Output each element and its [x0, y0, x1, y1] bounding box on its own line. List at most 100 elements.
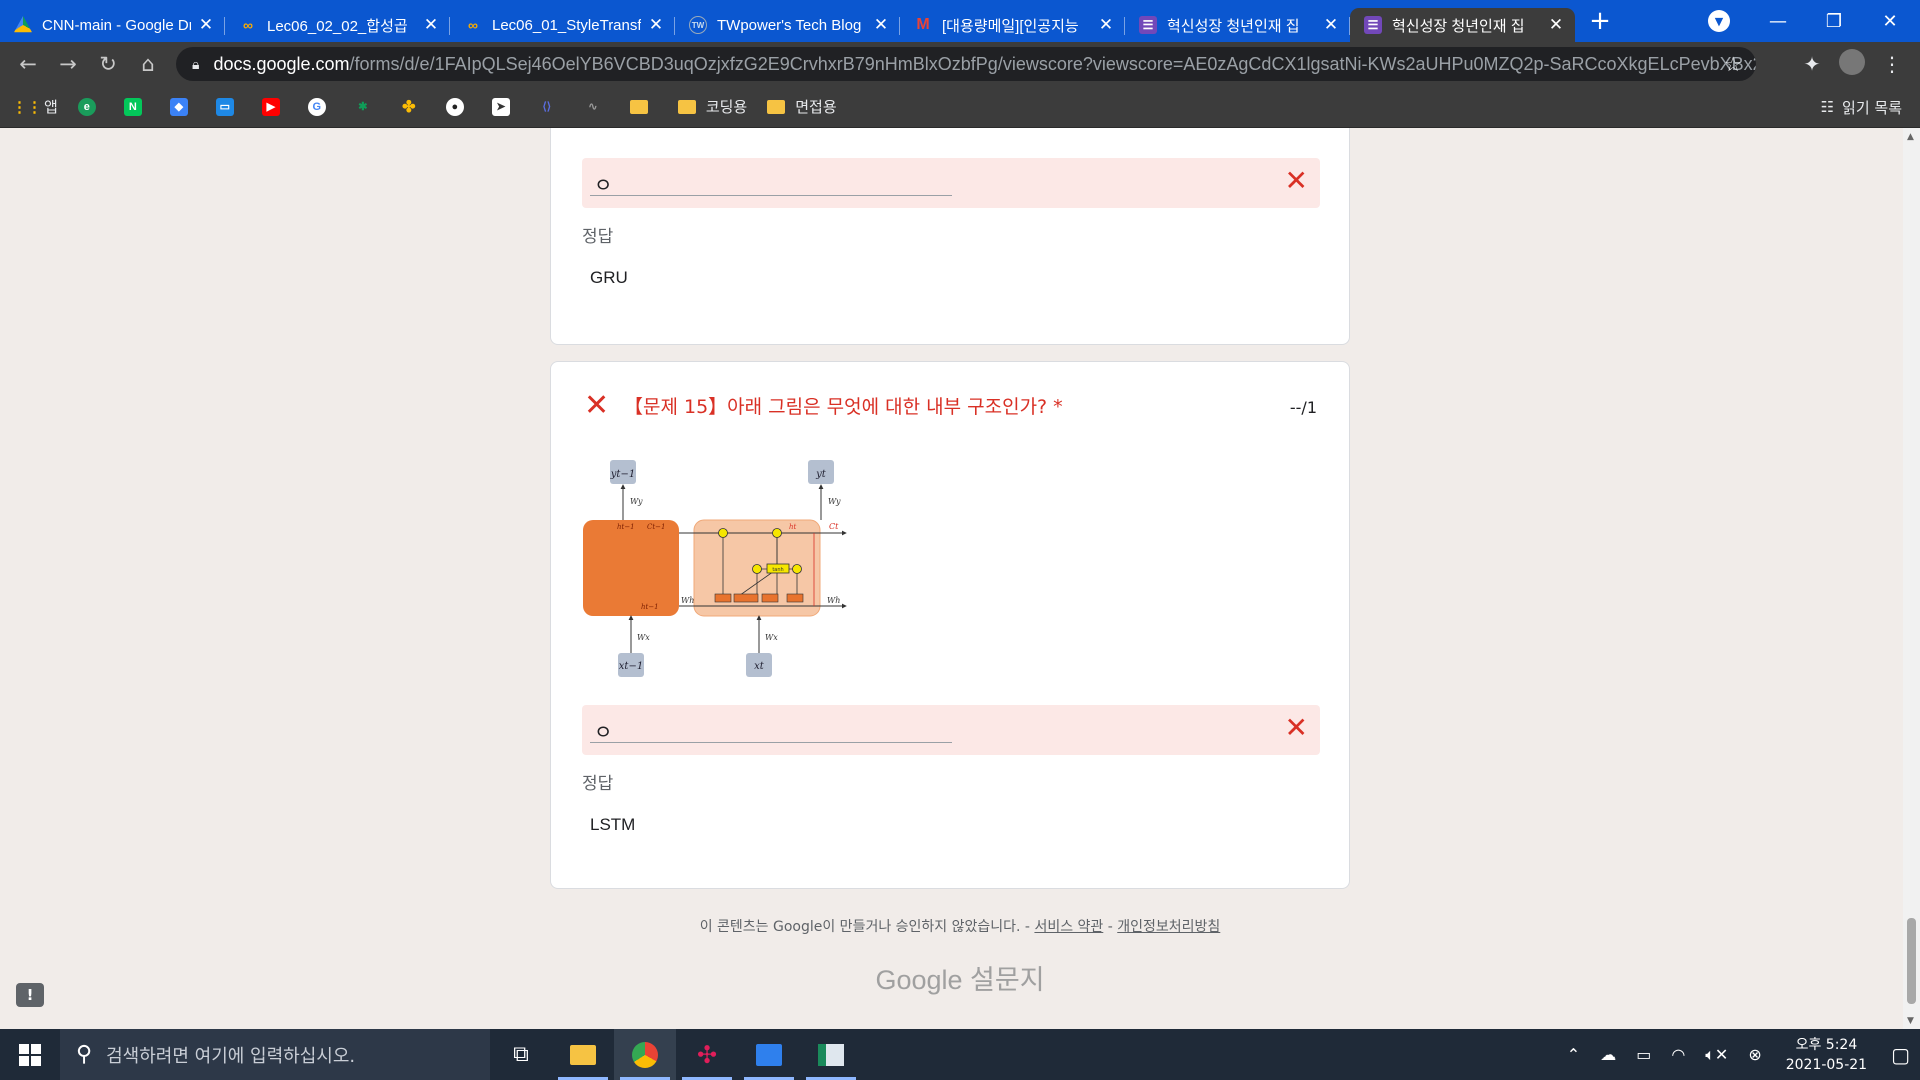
bookmark-photos[interactable]: ✤: [400, 98, 426, 116]
tab-lec06-02[interactable]: ∞ Lec06_02_02_합성곱 ✕: [225, 8, 450, 42]
input-prev-label: xt−1: [619, 661, 643, 672]
volume-muted-icon[interactable]: 🔈︎✕: [1705, 1045, 1728, 1065]
home-icon[interactable]: ⌂: [128, 52, 168, 76]
tab-lec06-01[interactable]: ∞ Lec06_01_StyleTransfer ✕: [450, 8, 675, 42]
bookmark-star-icon[interactable]: ☆: [1724, 52, 1742, 77]
privacy-link[interactable]: 개인정보처리방침: [1117, 919, 1220, 935]
output-prev-label: yt−1: [610, 469, 635, 480]
forms-icon: ☰: [1364, 16, 1382, 34]
restore-icon[interactable]: ❐: [1806, 11, 1862, 32]
back-icon[interactable]: ←: [8, 52, 48, 76]
report-feedback-icon[interactable]: !: [16, 983, 44, 1007]
bookmark-10[interactable]: ➤: [491, 97, 518, 116]
pinwheel-icon: ✤: [402, 98, 416, 116]
bookmark-folder[interactable]: [629, 99, 658, 114]
apps-grid-icon: ⋮⋮: [12, 98, 42, 116]
bookmark-apps[interactable]: ⋮⋮ 앱: [12, 96, 58, 117]
bird-icon: ➤: [491, 97, 510, 116]
bookmark-1[interactable]: e: [77, 97, 104, 116]
page-scrollbar[interactable]: ▲ ▼: [1903, 128, 1920, 1029]
tab-title: 혁신성장 청년인재 집: [1167, 17, 1300, 35]
battery-icon[interactable]: ▭: [1636, 1045, 1651, 1064]
previous-cell: [583, 520, 679, 616]
notification-blocked-icon[interactable]: ⊗: [1748, 1045, 1761, 1064]
app-window-icon[interactable]: [800, 1029, 862, 1080]
clock[interactable]: 오후 5:24 2021-05-21: [1786, 1035, 1867, 1075]
tab-twpower[interactable]: TW TWpower's Tech Blog ✕: [675, 8, 900, 42]
tab-cnn-main[interactable]: CNN-main - Google Drive ✕: [0, 8, 225, 42]
bookmark-google[interactable]: G: [307, 97, 334, 116]
new-tab-button[interactable]: +: [1579, 6, 1621, 36]
close-icon[interactable]: ✕: [872, 15, 890, 35]
close-icon[interactable]: ✕: [422, 15, 440, 35]
bookmark-folder-coding[interactable]: 코딩용: [677, 96, 747, 117]
profile-avatar[interactable]: [1832, 48, 1872, 80]
tab-forms-2[interactable]: ☰ 혁신성장 청년인재 집 ✕: [1350, 8, 1575, 42]
tab-gmail[interactable]: M [대용량메일][인공지능 ✕: [900, 8, 1125, 42]
onedrive-icon[interactable]: ☁: [1600, 1045, 1616, 1064]
close-icon[interactable]: ✕: [1322, 15, 1340, 35]
bookmark-naver[interactable]: N: [123, 97, 150, 116]
tab-title: 혁신성장 청년인재 집: [1392, 17, 1525, 35]
close-icon[interactable]: ✕: [647, 15, 665, 35]
bookmark-youtube[interactable]: ▶: [261, 97, 288, 116]
bookmark-github[interactable]: ●: [445, 97, 472, 116]
wifi-icon[interactable]: ◠: [1671, 1045, 1685, 1064]
form-footer-notice: 이 콘텐츠는 Google이 만들거나 승인하지 않았습니다. - 서비스 약관…: [0, 916, 1920, 936]
start-button[interactable]: [0, 1029, 60, 1080]
answer-box: ㅇ ✕: [582, 158, 1320, 208]
toolbar-right: ✦ ⋮: [1792, 42, 1912, 86]
task-view-icon[interactable]: ⧉: [490, 1029, 552, 1080]
browser-toolbar: ← → ↻ ⌂ 🔒︎ docs.google.com /forms/d/e/1F…: [0, 42, 1920, 86]
tw-icon: TW: [689, 16, 707, 34]
hidden-prev-bottom-label: ht−1: [641, 603, 659, 611]
scrollbar-thumb[interactable]: [1907, 918, 1916, 1004]
tab-search-icon[interactable]: ▼: [1708, 10, 1730, 32]
file-explorer-icon[interactable]: [552, 1029, 614, 1080]
url-path: /forms/d/e/1FAIpQLSej46OelYB6VCBD3uqOzjx…: [349, 53, 1756, 74]
scroll-down-icon[interactable]: ▼: [1907, 1016, 1914, 1026]
system-tray: ⌃ ☁ ▭ ◠ 🔈︎✕ ⊗ 오후 5:24 2021-05-21 ▢: [1557, 1029, 1920, 1080]
slack-icon[interactable]: ✣: [676, 1029, 738, 1080]
bookmark-3[interactable]: ◆: [169, 97, 196, 116]
chevron-up-icon[interactable]: ⌃: [1567, 1045, 1580, 1064]
terms-link[interactable]: 서비스 약관: [1034, 919, 1103, 935]
menu-icon[interactable]: ⋮: [1872, 52, 1912, 76]
close-icon[interactable]: ✕: [1097, 15, 1115, 35]
bookmarks-bar: ⋮⋮ 앱 e N ◆ ▭ ▶ G ✱ ✤ ● ➤ ⟨⟩ ∿ 코딩용 면접용: [0, 86, 1920, 128]
chat-icon: ▭: [215, 97, 234, 116]
weight-wy-prev: Wy: [630, 497, 643, 506]
action-center-icon[interactable]: ▢: [1891, 1043, 1910, 1067]
google-forms-logo[interactable]: Google 설문지: [0, 958, 1920, 997]
close-icon[interactable]: ✕: [197, 15, 215, 35]
tab-forms-1[interactable]: ☰ 혁신성장 청년인재 집 ✕: [1125, 8, 1350, 42]
bookmark-11[interactable]: ⟨⟩: [538, 98, 564, 116]
bookmark-7[interactable]: ✱: [354, 98, 380, 116]
bookmark-folder-interview[interactable]: 면접용: [767, 96, 837, 117]
reload-icon[interactable]: ↻: [88, 52, 128, 76]
photos-icon[interactable]: [738, 1029, 800, 1080]
weight-wx-prev: Wx: [637, 633, 650, 642]
folder-icon: [629, 99, 648, 114]
close-icon[interactable]: ✕: [1547, 15, 1565, 35]
close-window-icon[interactable]: ✕: [1862, 11, 1918, 32]
bookmark-4[interactable]: ▭: [215, 97, 242, 116]
address-bar[interactable]: 🔒︎ docs.google.com /forms/d/e/1FAIpQLSej…: [176, 47, 1756, 81]
site-icon: e: [77, 97, 96, 116]
correct-answer-label: 정답: [582, 774, 614, 794]
scroll-up-icon[interactable]: ▲: [1907, 132, 1914, 142]
clock-date: 2021-05-21: [1785, 1056, 1868, 1073]
bookmark-12[interactable]: ∿: [584, 98, 610, 116]
chrome-icon[interactable]: [614, 1029, 676, 1080]
forward-icon[interactable]: →: [48, 52, 88, 76]
search-icon: ⚲: [76, 1042, 93, 1067]
tab-title: CNN-main - Google Drive: [42, 16, 191, 34]
lstm-diagram: yt−1 yt Wy Wy ht−1 Ct−1 ht−1 Ct ht Wh Wh: [583, 460, 847, 677]
cube-icon: ◆: [169, 97, 188, 116]
question-card-14: ㅇ ✕ 정답 GRU: [550, 128, 1350, 345]
answer-box: ㅇ ✕: [582, 705, 1320, 755]
taskbar-search-box[interactable]: ⚲ 검색하려면 여기에 입력하십시오.: [60, 1029, 490, 1080]
reading-list[interactable]: ☷ 읽기 목록: [1821, 86, 1902, 128]
extensions-icon[interactable]: ✦: [1792, 52, 1832, 76]
minimize-icon[interactable]: —: [1750, 11, 1806, 32]
